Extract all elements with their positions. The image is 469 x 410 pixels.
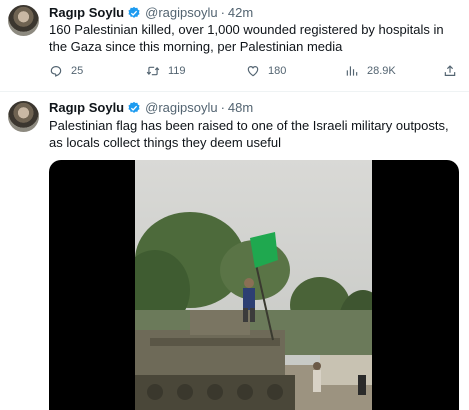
- avatar[interactable]: [8, 5, 39, 36]
- verified-badge-icon: [128, 101, 140, 113]
- tweet-text: 160 Palestinian killed, over 1,000 wound…: [49, 22, 444, 54]
- tweet-header: Ragıp Soylu @ragipsoylu · 48m: [49, 100, 253, 116]
- author-handle[interactable]: @ragipsoylu: [145, 100, 217, 116]
- author-name[interactable]: Ragıp Soylu: [49, 100, 124, 116]
- tweet-2[interactable]: Ragıp Soylu @ragipsoylu · 48m Palestinia…: [0, 92, 469, 410]
- retweet-count: 119: [168, 65, 186, 77]
- retweet-button[interactable]: 119: [146, 64, 186, 78]
- reply-button[interactable]: 25: [49, 64, 83, 78]
- action-bar: 25 119 180 28.9K: [49, 64, 461, 80]
- tweet-1[interactable]: Ragıp Soylu @ragipsoylu · 42m 160 Palest…: [0, 0, 469, 92]
- views-count: 28.9K: [367, 65, 396, 77]
- like-count: 180: [268, 65, 287, 77]
- author-handle[interactable]: @ragipsoylu: [145, 5, 217, 21]
- timestamp[interactable]: 48m: [228, 100, 253, 116]
- tweet-header: Ragıp Soylu @ragipsoylu · 42m: [49, 5, 253, 21]
- retweet-icon: [146, 66, 160, 76]
- verified-badge-icon: [128, 6, 140, 18]
- reply-count: 25: [71, 65, 84, 77]
- share-icon: [444, 65, 456, 76]
- separator-dot: ·: [220, 100, 225, 115]
- share-button[interactable]: [443, 64, 465, 78]
- views-icon: [346, 66, 358, 76]
- timestamp[interactable]: 42m: [228, 5, 253, 21]
- video-player[interactable]: [49, 160, 459, 410]
- author-name[interactable]: Ragıp Soylu: [49, 5, 124, 21]
- like-icon: [247, 66, 259, 77]
- like-button[interactable]: 180: [246, 64, 286, 78]
- separator-dot: ·: [220, 5, 225, 20]
- reply-icon: [50, 66, 62, 77]
- avatar[interactable]: [8, 101, 39, 132]
- views-button[interactable]: 28.9K: [345, 64, 396, 78]
- video-frame: [135, 160, 372, 410]
- tweet-text: Palestinian flag has been raised to one …: [49, 118, 449, 150]
